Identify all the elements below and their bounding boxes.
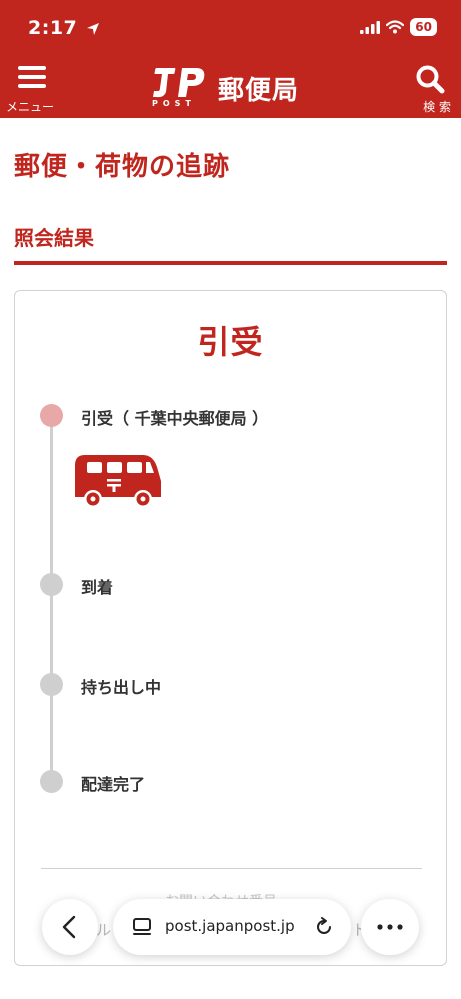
status-time: 2:17	[28, 17, 100, 39]
status-bar: 2:17 60	[0, 0, 461, 58]
search-label: 検 索	[423, 100, 451, 114]
timeline-dot-pending	[40, 770, 63, 793]
browser-address-bar[interactable]: post.japanpost.jp	[113, 899, 351, 955]
timeline-dot-pending	[40, 673, 63, 696]
reader-mode-icon	[133, 918, 151, 935]
current-status-heading: 引受	[197, 323, 264, 361]
jp-logo-icon	[153, 68, 205, 98]
status-indicators: 60	[360, 18, 437, 36]
timeline-step-label: 到着	[81, 578, 114, 597]
app-header: メニュー POST 郵便局 検 索	[0, 58, 461, 118]
menu-label: メニュー	[6, 100, 55, 114]
jp-post-logo-mark: POST	[150, 66, 208, 110]
tracking-result-card: 引受 引受（ 千葉中央郵便局 ） 到着 持ち出し中 配達完了 お問い合	[14, 290, 447, 966]
timeline-step-label: 配達完了	[81, 775, 146, 794]
logo-post-text: POST	[152, 99, 196, 108]
section-title: 照会結果	[14, 226, 94, 250]
location-arrow-icon	[87, 22, 100, 35]
japan-post-logo[interactable]: POST 郵便局	[150, 66, 299, 110]
card-divider	[41, 868, 422, 869]
delivery-truck-icon	[75, 455, 161, 508]
obscured-text-left: ル	[96, 921, 112, 939]
browser-back-button[interactable]	[42, 899, 98, 955]
search-button[interactable]: 検 索	[407, 62, 451, 114]
page-title: 郵便・荷物の追跡	[14, 152, 231, 182]
timeline-step-label: 引受（ 千葉中央郵便局 ）	[81, 409, 269, 428]
logo-text: 郵便局	[218, 75, 300, 106]
timeline-dot-pending	[40, 573, 63, 596]
search-icon	[416, 65, 445, 94]
battery-indicator: 60	[410, 18, 437, 36]
ellipsis-icon	[377, 924, 403, 930]
page: 2:17 60 メニュー POST 郵便局 検 索 郵便・荷物の追跡 照会結果 …	[0, 0, 461, 999]
status-time-text: 2:17	[28, 17, 78, 39]
chevron-left-icon	[62, 915, 76, 939]
cellular-signal-icon	[360, 20, 381, 34]
timeline-step-label: 持ち出し中	[81, 678, 162, 697]
section-divider	[14, 261, 447, 265]
browser-url-text: post.japanpost.jp	[165, 917, 295, 935]
reload-icon[interactable]	[313, 916, 335, 938]
wifi-icon	[386, 20, 405, 34]
hamburger-icon	[18, 66, 46, 93]
timeline-dot-current	[40, 404, 63, 427]
menu-button[interactable]: メニュー	[6, 62, 64, 114]
browser-more-button[interactable]	[361, 899, 419, 955]
